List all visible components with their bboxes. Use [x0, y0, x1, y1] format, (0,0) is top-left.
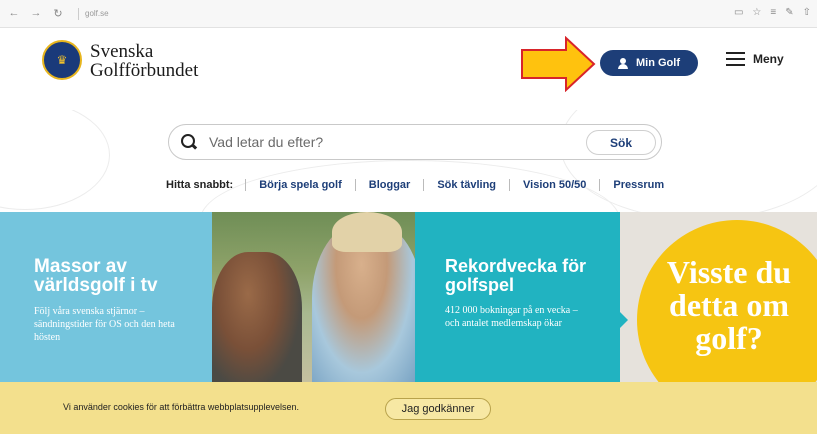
- quick-links: Hitta snabbt: Börja spela golf Bloggar S…: [166, 179, 677, 191]
- search-input[interactable]: [209, 134, 569, 150]
- panel-rekordvecka-title: Rekordvecka för golfspel: [445, 256, 587, 295]
- golfer-figure-1: [212, 252, 302, 382]
- address-bar[interactable]: golf.se: [78, 7, 109, 20]
- quick-links-label: Hitta snabbt:: [166, 179, 234, 191]
- quick-link-sok-tavling[interactable]: Sök tävling: [423, 179, 509, 191]
- banner-panel-tv[interactable]: Massor av världsgolf i tv Följ våra sven…: [0, 212, 212, 382]
- golfer-hair: [332, 212, 402, 252]
- back-arrow-icon[interactable]: ←: [8, 7, 20, 20]
- browser-nav: ← → ↻: [0, 7, 64, 20]
- logo-text[interactable]: Svenska Golfförbundet: [90, 42, 198, 80]
- logo-line2: Golfförbundet: [90, 60, 199, 81]
- banner-panel-visste-du[interactable]: Visste du detta om golf?: [620, 212, 817, 382]
- search-icon: [181, 134, 197, 150]
- user-icon: [618, 57, 628, 69]
- share-icon[interactable]: ⇧: [803, 7, 811, 18]
- browser-toolbar: ← → ↻ golf.se ▭ ☆ ≡ ✎ ⇧: [0, 0, 817, 28]
- menu-button[interactable]: Meny: [726, 52, 784, 66]
- pointer-arrow-icon: [521, 36, 596, 92]
- cookie-accept-button[interactable]: Jag godkänner: [385, 398, 491, 420]
- refresh-icon[interactable]: ↻: [52, 7, 64, 20]
- crown-icon: ♛: [56, 53, 68, 67]
- cookie-bar: Vi använder cookies för att förbättra we…: [0, 382, 817, 434]
- hub-icon[interactable]: ≡: [770, 7, 776, 18]
- min-golf-label: Min Golf: [636, 57, 680, 69]
- banner-panel-rekordvecka[interactable]: Rekordvecka för golfspel 412 000 bokning…: [415, 212, 628, 382]
- logo-emblem-icon[interactable]: ♛: [42, 40, 82, 80]
- quick-link-bloggar[interactable]: Bloggar: [354, 179, 424, 191]
- min-golf-button[interactable]: Min Golf: [600, 50, 698, 76]
- favorite-star-icon[interactable]: ☆: [752, 7, 761, 18]
- quick-link-vision-50-50[interactable]: Vision 50/50: [509, 179, 599, 191]
- quick-link-borja-spela-golf[interactable]: Börja spela golf: [245, 179, 355, 191]
- reading-view-icon[interactable]: ▭: [734, 7, 743, 18]
- panel-tv-title: Massor av världsgolf i tv: [34, 256, 158, 296]
- quick-link-pressrum[interactable]: Pressrum: [599, 179, 677, 191]
- cookie-message: Vi använder cookies för att förbättra we…: [63, 402, 299, 412]
- menu-label: Meny: [753, 52, 784, 66]
- logo-line1: Svenska: [90, 41, 154, 62]
- forward-arrow-icon[interactable]: →: [30, 7, 42, 20]
- hero-banner: Massor av världsgolf i tv Följ våra sven…: [0, 212, 817, 382]
- panel-notch: [620, 312, 628, 328]
- panel-visste-du-title: Visste du detta om golf?: [666, 254, 792, 356]
- golfers-photo[interactable]: [212, 212, 415, 382]
- notes-icon[interactable]: ✎: [785, 7, 793, 18]
- panel-tv-text: Följ våra svenska stjärnor – sändningsti…: [34, 306, 175, 343]
- search-button[interactable]: Sök: [586, 130, 656, 155]
- decor-circle: [0, 110, 110, 210]
- site-header: ♛ Svenska Golfförbundet Min Golf Meny: [0, 28, 817, 110]
- search-section: Sök Hitta snabbt: Börja spela golf Blogg…: [0, 110, 817, 212]
- browser-tools: ▭ ☆ ≡ ✎ ⇧: [734, 7, 811, 18]
- hamburger-icon: [726, 52, 745, 66]
- search-box: Sök: [168, 124, 662, 160]
- panel-rekordvecka-text: 412 000 bokningar på en vecka – och anta…: [445, 305, 578, 329]
